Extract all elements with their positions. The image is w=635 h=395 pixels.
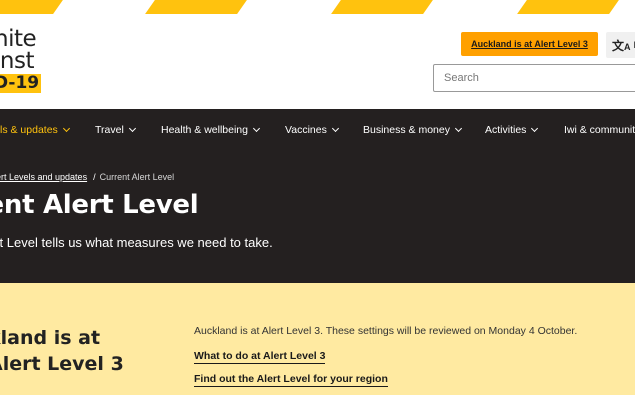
alert-level-button-label: Auckland is at Alert Level 3: [471, 39, 588, 49]
nav-item-label: Health & wellbeing: [161, 123, 248, 136]
nav-item-label: Activities: [485, 123, 527, 136]
chevron-down-icon: [128, 124, 136, 132]
nav-item-label: Travel: [95, 123, 124, 136]
nav-item-travel[interactable]: Travel: [95, 109, 136, 150]
breadcrumb-link[interactable]: ert Levels and updates: [0, 172, 87, 182]
alert-panel-heading: kland is at Alert Level 3: [0, 327, 124, 375]
chevron-down-icon: [252, 124, 261, 132]
nav-item-health[interactable]: Health & wellbeing: [161, 109, 261, 150]
chevron-down-icon: [62, 124, 70, 132]
logo-line-3: D-19: [0, 74, 42, 93]
logo-line-1: nite: [0, 26, 37, 52]
chevron-down-icon: [531, 124, 539, 132]
nav-item-label: Iwi & communiti: [564, 123, 635, 136]
breadcrumb-current: Current Alert Level: [99, 172, 175, 182]
nav-item-alert-levels[interactable]: ls & updates: [0, 109, 70, 150]
nav-item-label: ls & updates: [0, 123, 58, 136]
alert-level-button[interactable]: Auckland is at Alert Level 3: [461, 32, 598, 56]
top-stripe: [0, 0, 635, 14]
nav-item-iwi-communities[interactable]: Iwi & communiti: [564, 109, 635, 150]
nav-item-label: Business & money: [363, 123, 450, 136]
logo-line-2: inst: [0, 48, 34, 74]
search-input[interactable]: [434, 65, 635, 91]
chevron-down-icon: [454, 124, 463, 132]
find-region-level-link[interactable]: Find out the Alert Level for your region: [194, 373, 388, 387]
alert-panel: kland is at Alert Level 3 Auckland is at…: [0, 283, 635, 395]
breadcrumb: ert Levels and updates / Current Alert L…: [0, 172, 174, 182]
site-logo[interactable]: nite inst D-19: [0, 28, 54, 93]
chevron-down-icon: [331, 124, 339, 132]
page-subtitle: ert Level tells us what measures we need…: [0, 235, 273, 250]
page-title: rent Alert Level: [0, 190, 199, 220]
page-hero: ert Levels and updates / Current Alert L…: [0, 150, 635, 283]
nav-item-label: Vaccines: [285, 123, 327, 136]
breadcrumb-separator: /: [93, 172, 96, 182]
language-button[interactable]: 文A L: [606, 32, 635, 58]
translate-icon: 文A: [612, 38, 631, 53]
nav-item-vaccines[interactable]: Vaccines: [285, 109, 339, 150]
nav-item-activities[interactable]: Activities: [485, 109, 539, 150]
alert-panel-text: Auckland is at Alert Level 3. These sett…: [194, 325, 578, 337]
what-to-do-link[interactable]: What to do at Alert Level 3: [194, 350, 326, 364]
main-nav: ls & updates Travel Health & wellbeing V…: [0, 109, 635, 150]
search-box: [433, 64, 635, 92]
nav-item-business[interactable]: Business & money: [363, 109, 463, 150]
